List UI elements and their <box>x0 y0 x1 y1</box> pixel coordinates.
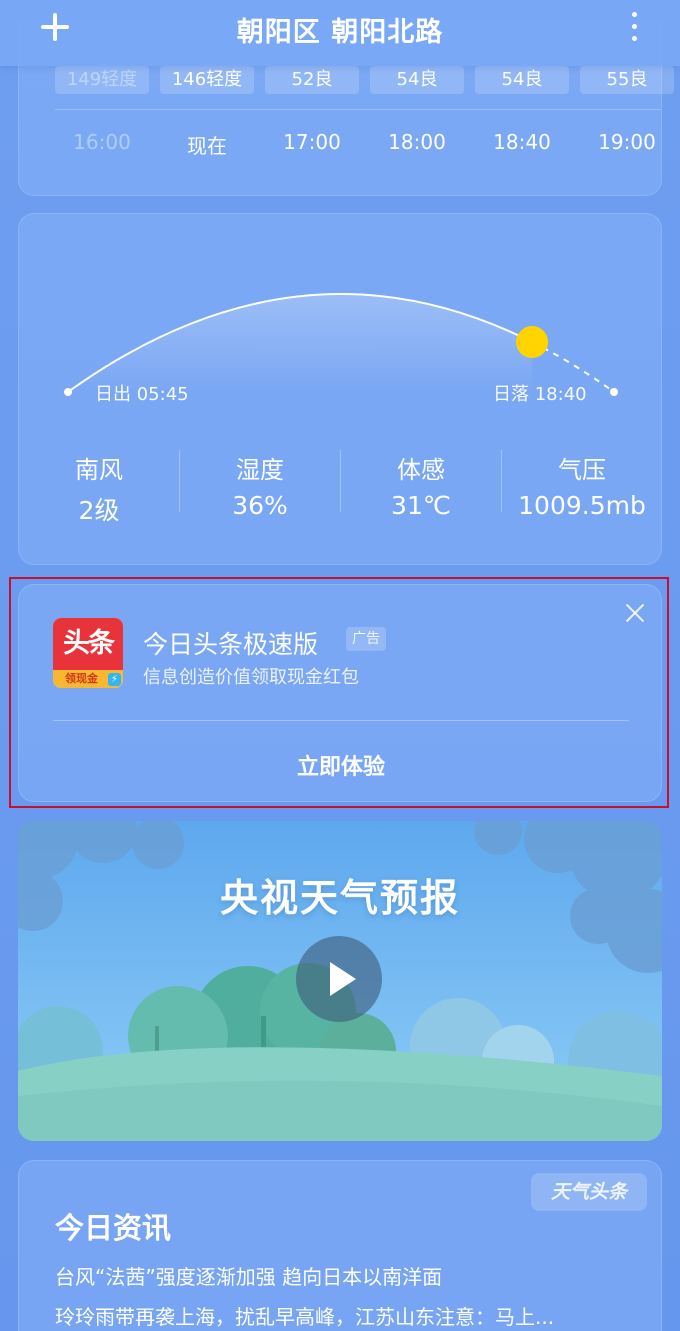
time-label: 16:00 <box>73 130 131 154</box>
aqi-pill: 54良 <box>475 66 569 94</box>
time-label: 18:00 <box>388 130 446 154</box>
location-title[interactable]: 朝阳区 朝阳北路 <box>0 10 680 49</box>
news-card: 天气头条 今日资讯 台风“法茜”强度逐渐加强 趋向日本以南洋面 玲玲雨带再袭上海… <box>18 1160 662 1331</box>
aqi-row: 149轻度 146轻度 52良 54良 54良 55良 <box>55 66 674 94</box>
aqi-pill: 55良 <box>580 66 674 94</box>
stat-pressure: 气压 1009.5mb <box>502 450 662 520</box>
ad-badge: 广告 <box>346 627 386 651</box>
aqi-pill: 52良 <box>265 66 359 94</box>
ad-subtitle: 信息创造价值领取现金红包 <box>143 667 359 688</box>
top-bar: 朝阳区 朝阳北路 <box>0 0 680 66</box>
stat-value: 31℃ <box>391 491 451 520</box>
stat-feels-like: 体感 31℃ <box>341 450 501 520</box>
sun-icon <box>516 326 549 359</box>
daylight-area <box>68 294 533 392</box>
ad-title[interactable]: 今日头条极速版 <box>143 625 318 661</box>
time-label: 19:00 <box>598 130 656 154</box>
sunrise-label: 日出 05:45 <box>95 384 189 405</box>
stat-label: 体感 <box>397 456 445 484</box>
video-card[interactable]: 央视天气预报 <box>18 821 662 1141</box>
ad-card[interactable]: 头条 领现金 ⚡ 今日头条极速版 广告 信息创造价值领取现金红包 立即体验 <box>18 584 662 802</box>
time-label: 18:40 <box>493 130 551 154</box>
stat-value: 2级 <box>78 496 120 525</box>
close-icon[interactable] <box>625 603 645 623</box>
sun-arc-card: 日出 05:45 日落 18:40 南风 2级 湿度 36% 体感 31℃ 气压… <box>18 213 662 565</box>
sunset-dot <box>610 388 618 396</box>
divider <box>55 109 661 110</box>
weather-headline-badge: 天气头条 <box>531 1173 647 1211</box>
time-label: 现在 <box>187 134 227 158</box>
stat-label: 湿度 <box>236 456 284 484</box>
app-logo[interactable]: 头条 领现金 ⚡ <box>53 618 123 688</box>
app-logo-text: 头条 <box>53 618 123 670</box>
play-icon[interactable] <box>296 936 382 1022</box>
news-item[interactable]: 玲玲雨带再袭上海，扰乱早高峰，江苏山东注意：马上... <box>55 1301 554 1330</box>
aqi-pill: 146轻度 <box>160 66 254 94</box>
stat-label: 南风 <box>75 456 123 484</box>
try-now-button[interactable]: 立即体验 <box>19 749 663 781</box>
lightning-icon: ⚡ <box>108 673 121 686</box>
stat-value: 1009.5mb <box>518 491 646 520</box>
sunrise-dot <box>64 388 72 396</box>
time-label: 17:00 <box>283 130 341 154</box>
aqi-pill: 54良 <box>370 66 464 94</box>
video-title: 央视天气预报 <box>219 876 460 920</box>
stat-humidity: 湿度 36% <box>180 450 340 520</box>
news-item[interactable]: 台风“法茜”强度逐渐加强 趋向日本以南洋面 <box>55 1261 442 1290</box>
aqi-pill: 149轻度 <box>55 66 149 94</box>
stat-wind: 南风 2级 <box>19 450 179 527</box>
time-row: 16:00 现在 17:00 18:00 18:40 19:00 <box>55 130 665 158</box>
stat-label: 气压 <box>558 456 606 484</box>
divider <box>53 720 629 721</box>
news-section-title: 今日资讯 <box>55 1211 172 1245</box>
stat-value: 36% <box>232 491 288 520</box>
sunset-label: 日落 18:40 <box>493 384 587 405</box>
more-vertical-icon[interactable] <box>622 10 646 44</box>
